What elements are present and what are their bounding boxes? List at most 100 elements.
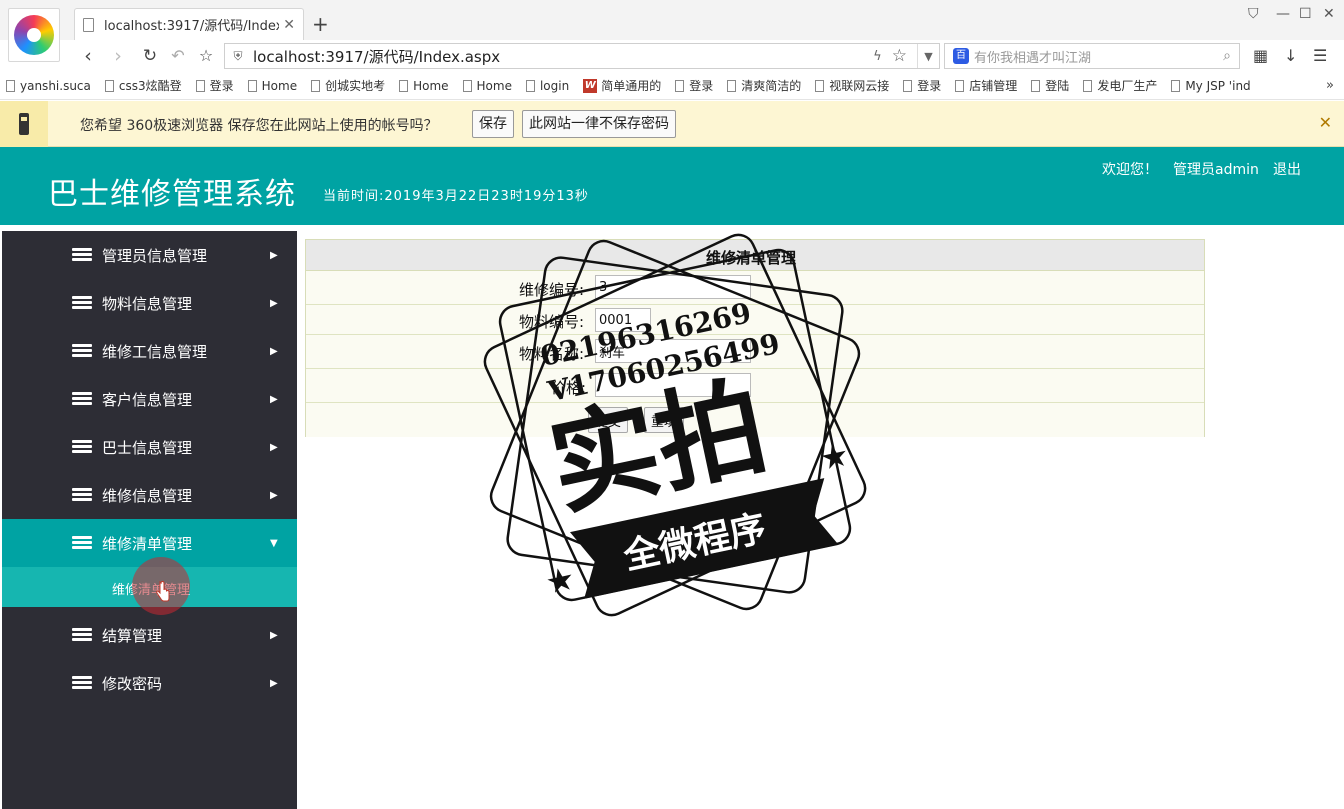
price-label: 价格: bbox=[551, 379, 587, 397]
key-icon bbox=[0, 101, 48, 147]
forward-icon[interactable]: › bbox=[106, 44, 130, 68]
undo-icon[interactable]: ↶ bbox=[166, 44, 190, 68]
bookmark-item[interactable]: 登录 bbox=[675, 77, 713, 94]
window-close-icon[interactable]: ✕ bbox=[1323, 6, 1335, 22]
bookmark-item[interactable]: 登陆 bbox=[1031, 77, 1069, 94]
bookmark-item[interactable]: login bbox=[525, 79, 569, 93]
search-box[interactable]: 百 有你我相遇才叫江湖 ⌕ bbox=[944, 43, 1240, 69]
stack-icon bbox=[72, 248, 92, 262]
sidebar-item[interactable]: 物料信息管理 ▶ bbox=[2, 279, 297, 327]
stack-icon bbox=[72, 488, 92, 502]
form-header: 维修清单管理 bbox=[306, 240, 1204, 271]
current-time: 当前时间:2019年3月22日23时19分13秒 bbox=[323, 189, 589, 204]
star-icon: ★ bbox=[542, 559, 578, 602]
bookmark-star-icon[interactable]: ☆ bbox=[194, 44, 218, 68]
browser-logo-icon bbox=[14, 15, 54, 55]
address-bar[interactable]: ⛨ localhost:3917/源代码/Index.aspx ϟ ☆ ▼ bbox=[224, 43, 940, 69]
search-icon[interactable]: ⌕ bbox=[1223, 48, 1231, 64]
document-icon bbox=[462, 79, 472, 92]
chevron-right-icon: ▶ bbox=[270, 297, 278, 309]
chevron-down-icon[interactable]: ▼ bbox=[917, 44, 939, 68]
sidebar-item[interactable]: 巴士信息管理 ▶ bbox=[2, 423, 297, 471]
bookmark-item[interactable]: 清爽简洁的 bbox=[727, 77, 801, 94]
bookmark-label: 清爽简洁的 bbox=[741, 79, 802, 93]
reload-icon[interactable]: ↻ bbox=[138, 44, 162, 68]
repair-id-input[interactable] bbox=[595, 275, 751, 299]
bookmark-label: Home bbox=[476, 78, 512, 93]
bookmarks-more-icon[interactable]: » bbox=[1326, 78, 1334, 93]
document-icon bbox=[104, 79, 114, 92]
browser-navbar: ‹ › ↻ ↶ ☆ ⛨ localhost:3917/源代码/Index.asp… bbox=[0, 40, 1344, 72]
page-icon bbox=[83, 17, 94, 32]
new-tab-icon[interactable]: + bbox=[312, 12, 329, 36]
document-icon bbox=[1031, 79, 1041, 92]
maximize-icon[interactable]: ☐ bbox=[1299, 6, 1312, 22]
price-input[interactable] bbox=[595, 373, 751, 397]
bookmark-item[interactable]: 店铺管理 bbox=[955, 77, 1017, 94]
bookmark-item[interactable]: Home bbox=[462, 78, 512, 93]
stack-icon bbox=[72, 296, 92, 310]
sidebar-item[interactable]: 结算管理 ▶ bbox=[2, 611, 297, 659]
user-link[interactable]: 管理员admin bbox=[1173, 159, 1259, 179]
sidebar-item[interactable]: 维修工信息管理 ▶ bbox=[2, 327, 297, 375]
form-row-repair-id: 维修编号: bbox=[306, 271, 1204, 305]
bookmarks-bar: yanshi.suca css3炫酷登 登录 Home 创城实地考 Home Home log… bbox=[0, 72, 1344, 100]
sidebar-item[interactable]: 维修信息管理 ▶ bbox=[2, 471, 297, 519]
save-password-button[interactable]: 保存 bbox=[472, 110, 514, 138]
bookmark-label: 登录 bbox=[917, 79, 942, 93]
bookmark-label: 简单通用的 bbox=[601, 79, 662, 93]
lightning-icon[interactable]: ϟ bbox=[873, 49, 882, 64]
bookmark-item[interactable]: 创城实地考 bbox=[311, 77, 385, 94]
apps-grid-icon[interactable]: ▦ bbox=[1253, 46, 1268, 65]
bookmark-item[interactable]: Home bbox=[247, 78, 298, 93]
document-icon bbox=[1083, 79, 1093, 92]
page-title: 巴士维修管理系统 bbox=[48, 177, 296, 212]
browser-logo[interactable] bbox=[8, 8, 60, 62]
sidebar-item[interactable]: 修改密码 ▶ bbox=[2, 659, 297, 707]
sidebar-item-label: 巴士信息管理 bbox=[102, 438, 193, 457]
back-icon[interactable]: ‹ bbox=[76, 44, 100, 68]
bookmark-label: Home bbox=[261, 78, 298, 93]
sidebar-item-label: 物料信息管理 bbox=[102, 294, 193, 313]
bookmark-item[interactable]: 视联网云接 bbox=[815, 77, 889, 94]
skin-icon[interactable]: ⛉ bbox=[1248, 6, 1259, 22]
download-icon[interactable]: ↓ bbox=[1284, 46, 1297, 65]
logout-link[interactable]: 退出 bbox=[1273, 159, 1301, 179]
document-icon bbox=[399, 79, 409, 92]
favorite-star-icon[interactable]: ☆ bbox=[892, 46, 907, 66]
bookmark-item[interactable]: yanshi.suca bbox=[6, 79, 91, 93]
submit-button[interactable]: 提交 bbox=[588, 407, 629, 433]
browser-tab[interactable]: localhost:3917/源代码/Index.a ✕ bbox=[74, 8, 304, 40]
bookmark-label: 登陆 bbox=[1045, 79, 1070, 93]
sidebar-item[interactable]: 管理员信息管理 ▶ bbox=[2, 231, 297, 279]
minimize-icon[interactable]: — bbox=[1276, 6, 1290, 22]
sidebar-item-label: 客户信息管理 bbox=[102, 390, 193, 409]
sidebar-item[interactable]: 客户信息管理 ▶ bbox=[2, 375, 297, 423]
chevron-right-icon: ▶ bbox=[270, 249, 278, 261]
tab-title: localhost:3917/源代码/Index.a bbox=[104, 19, 280, 34]
document-icon bbox=[195, 79, 205, 92]
document-icon bbox=[727, 79, 737, 92]
bookmark-label: 视联网云接 bbox=[829, 79, 890, 93]
close-icon[interactable]: ✕ bbox=[1319, 113, 1332, 132]
material-id-input[interactable] bbox=[595, 308, 651, 332]
tab-close-icon[interactable]: ✕ bbox=[283, 17, 295, 33]
reset-button[interactable]: 重填 bbox=[644, 407, 685, 433]
never-save-password-button[interactable]: 此网站一律不保存密码 bbox=[522, 110, 676, 138]
bookmark-label: yanshi.suca bbox=[20, 78, 91, 93]
bookmark-item[interactable]: Home bbox=[399, 79, 449, 93]
bookmark-item[interactable]: W 简单通用的 bbox=[583, 77, 661, 94]
search-input[interactable]: 有你我相遇才叫江湖 bbox=[974, 47, 1223, 66]
bookmark-item[interactable]: 登录 bbox=[903, 77, 941, 94]
material-name-input[interactable] bbox=[595, 339, 751, 363]
material-id-label: 物料编号: bbox=[519, 313, 585, 331]
menu-icon[interactable]: ☰ bbox=[1313, 46, 1327, 65]
bookmark-item[interactable]: My JSP 'ind bbox=[1171, 79, 1251, 93]
bookmark-item[interactable]: 登录 bbox=[195, 77, 234, 94]
watermark-banner-text: 全微程序 bbox=[619, 507, 770, 578]
sidebar: 修改密码 ▶ 结算管理 ▶ 维修清单管理 ▼ 维修信息管理 ▶ 巴士信息管理 ▶ 客户信息管理 ▶ 维修… bbox=[2, 231, 297, 809]
form-row-actions: 提交 重填 bbox=[306, 403, 1204, 437]
bookmark-item[interactable]: 发电厂生产 bbox=[1083, 77, 1157, 94]
address-input[interactable]: localhost:3917/源代码/Index.aspx bbox=[253, 46, 873, 67]
bookmark-item[interactable]: css3炫酷登 bbox=[104, 77, 182, 94]
